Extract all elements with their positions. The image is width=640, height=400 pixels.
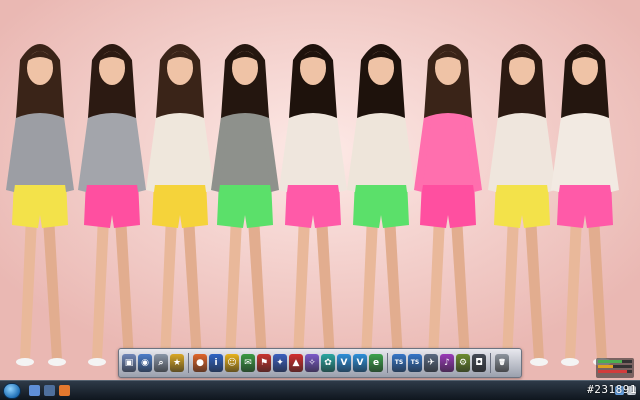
- tools-icon[interactable]: ⚙: [456, 354, 470, 372]
- star-icon[interactable]: ★: [170, 354, 184, 372]
- finder-icon[interactable]: ▣: [122, 354, 136, 372]
- meter-row: [598, 360, 632, 363]
- magnifier-icon[interactable]: ⌕: [154, 354, 168, 372]
- dock-separator: [490, 353, 491, 373]
- bird-icon[interactable]: ✈: [424, 354, 438, 372]
- show-desktop-icon[interactable]: [29, 385, 40, 396]
- wing-icon[interactable]: ✧: [305, 354, 319, 372]
- start-button[interactable]: [3, 382, 21, 399]
- meter-fill: [598, 365, 614, 368]
- meter-row: [598, 370, 632, 373]
- chat-icon[interactable]: ✉: [241, 354, 255, 372]
- ts-icon-2[interactable]: TS: [408, 354, 422, 372]
- window-switch-icon[interactable]: [44, 385, 55, 396]
- quick-launch-bar: [29, 385, 70, 396]
- v-icon-1[interactable]: V: [337, 354, 351, 372]
- meter-row: [598, 365, 632, 368]
- camera-icon[interactable]: ◘: [472, 354, 486, 372]
- maps-icon[interactable]: ✦: [273, 354, 287, 372]
- meter-fill: [598, 370, 627, 373]
- taskbar: [0, 380, 640, 400]
- system-meter-gadget[interactable]: [596, 358, 634, 378]
- wallpaper-photo: [0, 0, 640, 380]
- watermark-id: #231891: [587, 383, 637, 396]
- media-player-icon[interactable]: [59, 385, 70, 396]
- paint-icon[interactable]: ✿: [321, 354, 335, 372]
- trash-icon[interactable]: 🗑: [495, 354, 509, 372]
- dock-separator: [387, 353, 388, 373]
- dock-separator: [188, 353, 189, 373]
- flag-icon[interactable]: ⚑: [257, 354, 271, 372]
- v-icon-2[interactable]: V: [353, 354, 367, 372]
- globe-icon[interactable]: ◉: [138, 354, 152, 372]
- smiley-icon[interactable]: ☺: [225, 354, 239, 372]
- triangle-icon[interactable]: ▲: [289, 354, 303, 372]
- desktop: ▣ ◉ ⌕ ★ ● i ☺ ✉ ⚑ ✦ ▲ ✧ ✿ V Ve TS TS ✈ ♪ ⚙ ◘ 🗑 #231891: [0, 0, 640, 400]
- firefox-icon[interactable]: ●: [193, 354, 207, 372]
- meter-fill: [598, 360, 622, 363]
- e-icon[interactable]: e: [369, 354, 383, 372]
- application-dock: ▣ ◉ ⌕ ★ ● i ☺ ✉ ⚑ ✦ ▲ ✧ ✿ V Ve TS TS ✈ ♪ ⚙ ◘ 🗑: [118, 348, 522, 378]
- music-icon[interactable]: ♪: [440, 354, 454, 372]
- ts-icon-1[interactable]: TS: [392, 354, 406, 372]
- info-icon[interactable]: i: [209, 354, 223, 372]
